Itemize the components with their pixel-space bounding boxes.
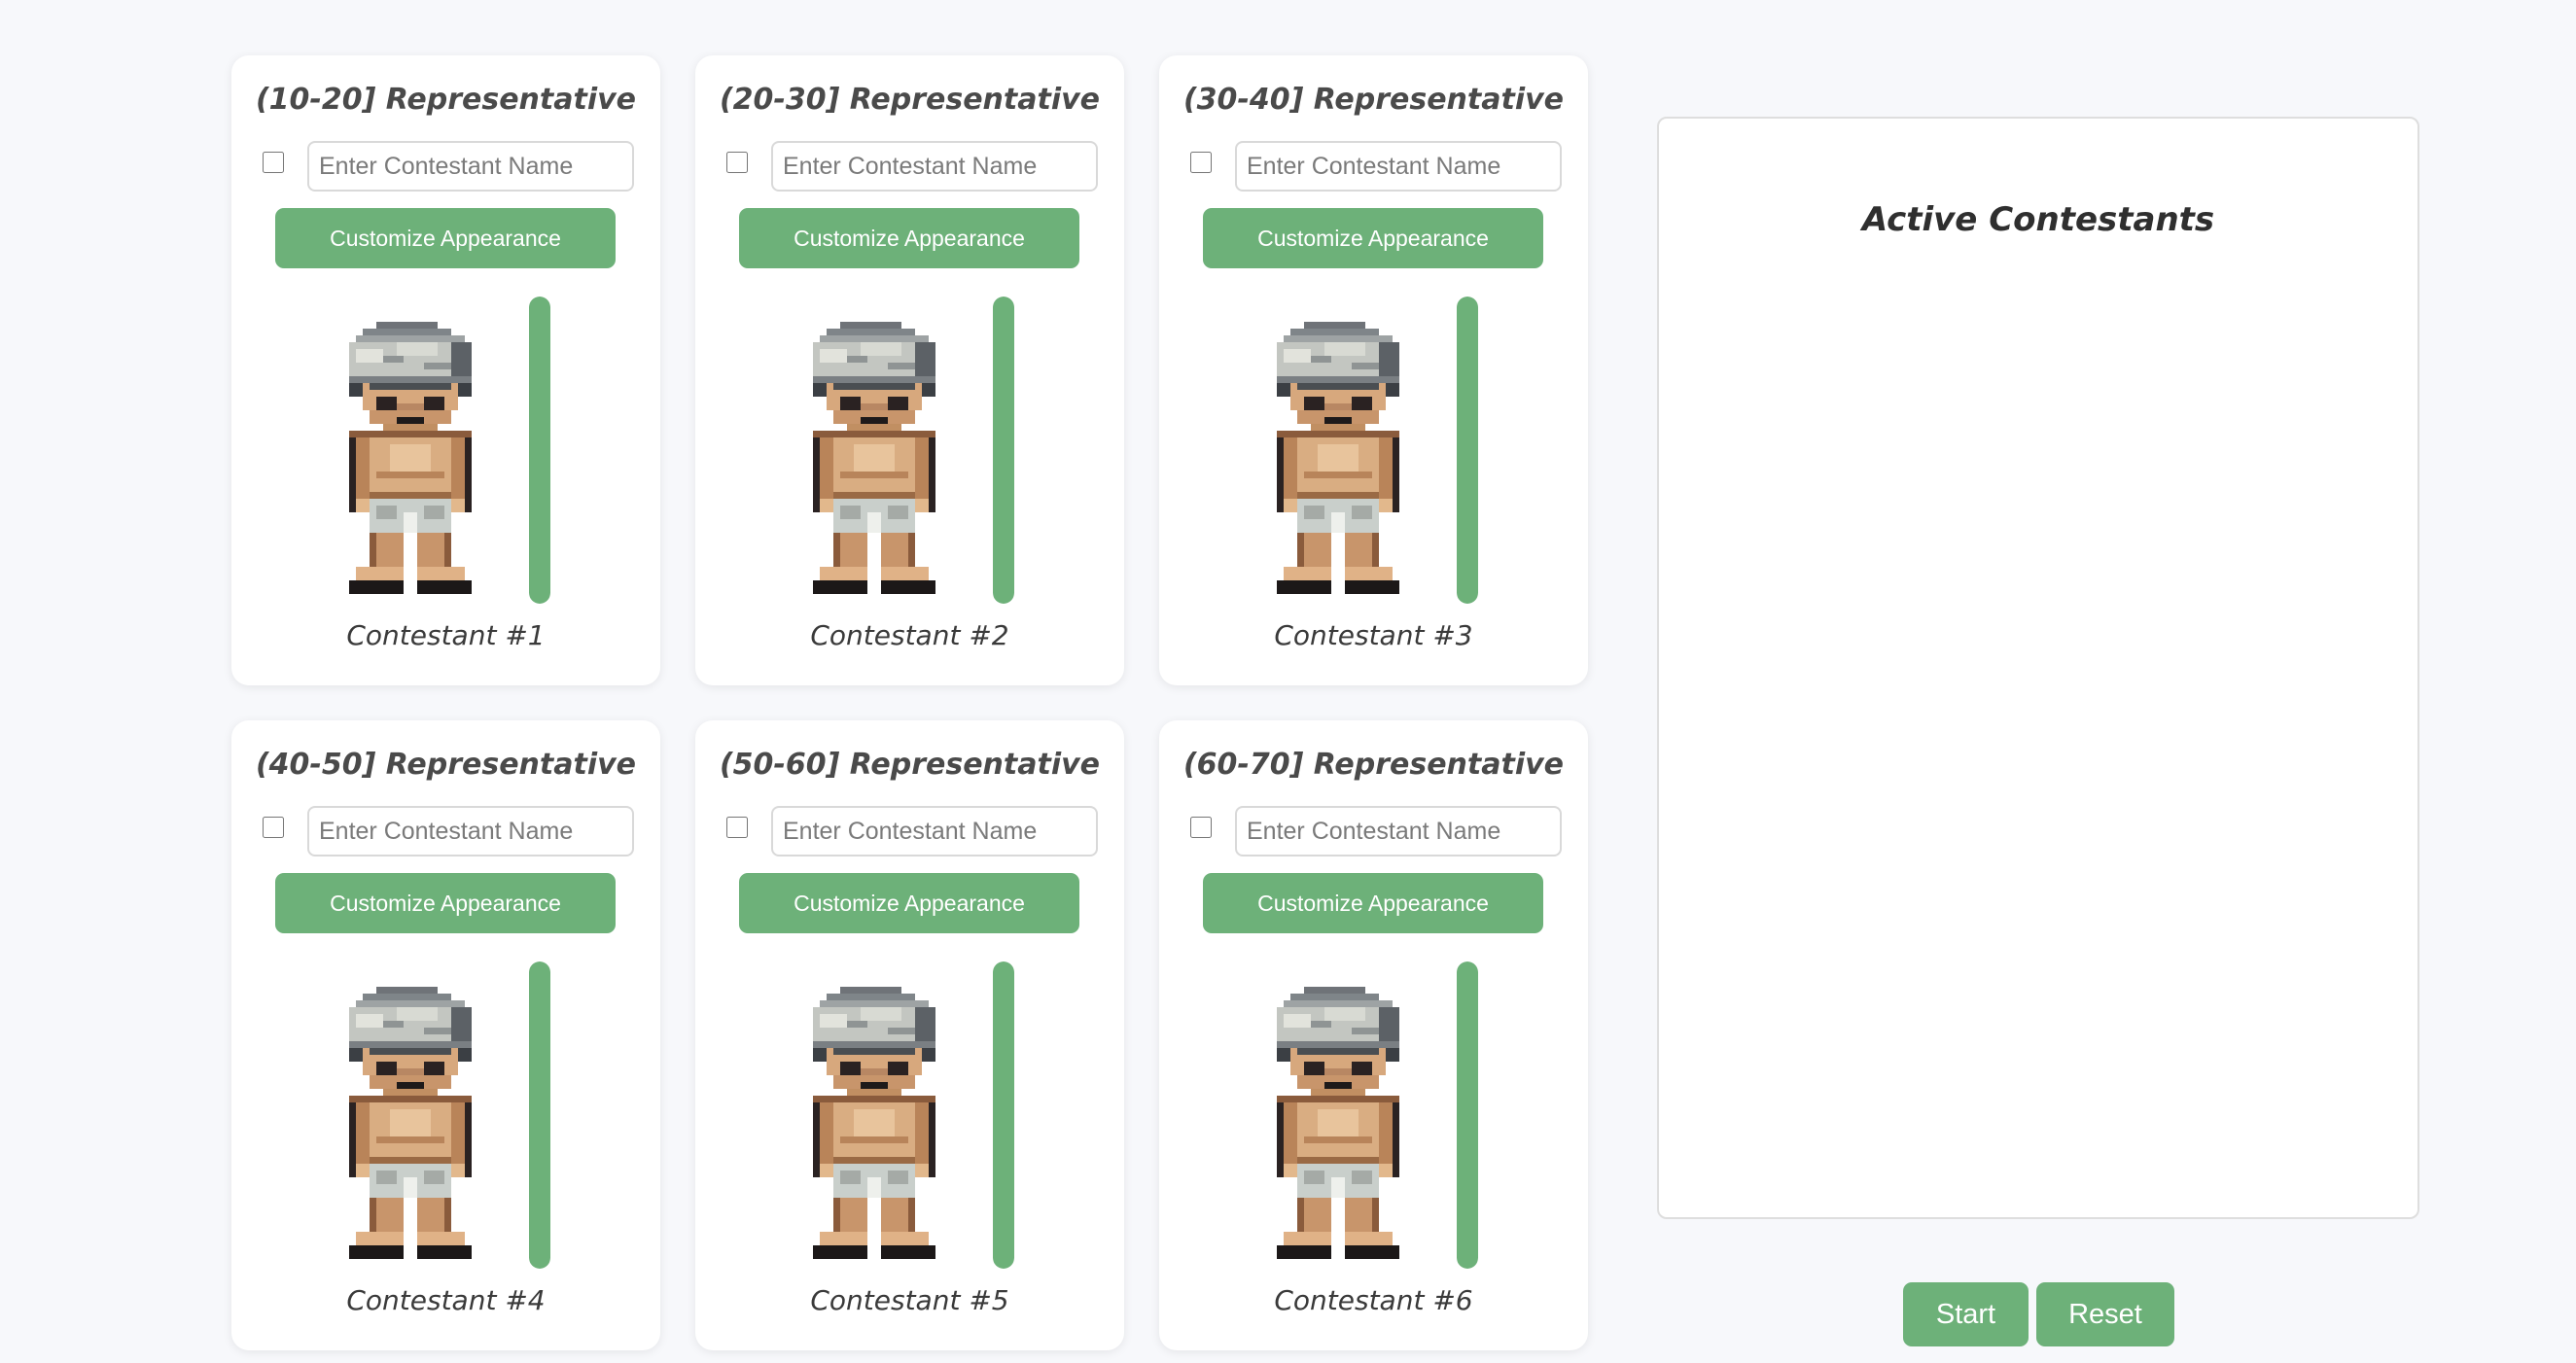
contestant-select-checkbox[interactable]	[1190, 152, 1212, 173]
level-bar	[993, 297, 1014, 604]
contestant-select-checkbox[interactable]	[263, 817, 284, 838]
character-sprite-icon	[1277, 987, 1399, 1259]
contestant-name-input[interactable]	[771, 141, 1098, 192]
customize-appearance-button[interactable]: Customize Appearance	[739, 208, 1079, 268]
customize-appearance-button[interactable]: Customize Appearance	[1203, 208, 1543, 268]
contestant-select-checkbox[interactable]	[263, 152, 284, 173]
contestant-label: Contestant #4	[346, 1284, 546, 1316]
contestant-card-1: (10-20] Representative Customize Appeara…	[231, 55, 660, 685]
contestant-card-5: (50-60] Representative Customize Appeara…	[695, 720, 1124, 1350]
contestant-name-input[interactable]	[307, 141, 634, 192]
character-sprite-icon	[813, 322, 935, 594]
level-bar	[1457, 961, 1478, 1269]
level-bar-fill	[529, 297, 550, 604]
contestant-card-3: (30-40] Representative Customize Appeara…	[1159, 55, 1588, 685]
level-bar-fill	[993, 297, 1014, 604]
contestant-label: Contestant #2	[810, 619, 1009, 651]
active-contestants-panel: Active Contestants	[1657, 117, 2419, 1219]
contestant-label: Contestant #5	[810, 1284, 1009, 1316]
contestant-name-input[interactable]	[771, 806, 1098, 856]
card-title: (40-50] Representative	[255, 748, 637, 782]
character-sprite-icon	[349, 987, 472, 1259]
customize-appearance-button[interactable]: Customize Appearance	[739, 873, 1079, 933]
level-bar-fill	[993, 961, 1014, 1269]
character-sprite-icon	[813, 987, 935, 1259]
page: (10-20] Representative Customize Appeara…	[0, 0, 2576, 1363]
contestant-label: Contestant #1	[346, 619, 546, 651]
contestant-name-input[interactable]	[1235, 141, 1562, 192]
customize-appearance-button[interactable]: Customize Appearance	[275, 208, 616, 268]
card-title: (10-20] Representative	[255, 83, 637, 117]
contestant-label: Contestant #6	[1274, 1284, 1473, 1316]
level-bar	[1457, 297, 1478, 604]
start-button[interactable]: Start	[1903, 1282, 2029, 1346]
card-title: (60-70] Representative	[1182, 748, 1565, 782]
contestant-grid: (10-20] Representative Customize Appeara…	[231, 55, 1588, 1350]
character-sprite-icon	[1277, 322, 1399, 594]
level-bar-fill	[1457, 961, 1478, 1269]
contestant-name-input[interactable]	[1235, 806, 1562, 856]
reset-button[interactable]: Reset	[2036, 1282, 2174, 1346]
level-bar-fill	[529, 961, 550, 1269]
contestant-card-4: (40-50] Representative Customize Appeara…	[231, 720, 660, 1350]
contestant-card-2: (20-30] Representative Customize Appeara…	[695, 55, 1124, 685]
level-bar	[993, 961, 1014, 1269]
contestant-select-checkbox[interactable]	[726, 817, 748, 838]
contestant-label: Contestant #3	[1274, 619, 1473, 651]
customize-appearance-button[interactable]: Customize Appearance	[275, 873, 616, 933]
contestant-select-checkbox[interactable]	[726, 152, 748, 173]
level-bar	[529, 961, 550, 1269]
card-title: (20-30] Representative	[719, 83, 1101, 117]
customize-appearance-button[interactable]: Customize Appearance	[1203, 873, 1543, 933]
level-bar	[529, 297, 550, 604]
contestant-card-6: (60-70] Representative Customize Appeara…	[1159, 720, 1588, 1350]
contestant-select-checkbox[interactable]	[1190, 817, 1212, 838]
character-sprite-icon	[349, 322, 472, 594]
card-title: (30-40] Representative	[1182, 83, 1565, 117]
active-contestants-title: Active Contestants	[1861, 200, 2215, 239]
level-bar-fill	[1457, 297, 1478, 604]
contestant-name-input[interactable]	[307, 806, 634, 856]
card-title: (50-60] Representative	[719, 748, 1101, 782]
